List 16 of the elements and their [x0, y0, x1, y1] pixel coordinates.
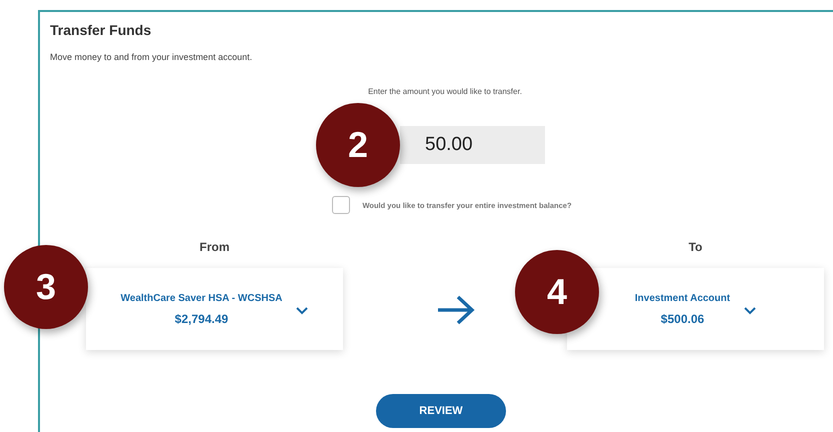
number-badge: 3 — [4, 245, 88, 329]
account-heading: To — [688, 240, 702, 254]
account-dropdown[interactable]: Investment Account $500.06 — [567, 268, 824, 350]
amount-field[interactable]: 50.00 — [400, 126, 545, 164]
amount-prompt: Enter the amount you would like to transfer. — [368, 87, 522, 96]
account-heading: From — [200, 240, 230, 254]
account-dropdown[interactable]: WealthCare Saver HSA - WCSHSA $2,794.49 — [86, 268, 343, 350]
number-badge: 4 — [515, 250, 599, 334]
review-button[interactable]: REVIEW — [376, 394, 506, 428]
arrow-right-icon — [436, 294, 476, 326]
checkbox[interactable] — [332, 196, 350, 214]
panel-title: Transfer Funds — [50, 22, 152, 38]
chevron-down-icon — [744, 307, 756, 315]
number-badge: 2 — [316, 103, 400, 187]
chevron-down-icon — [296, 307, 308, 315]
panel-subtitle: Move money to and from your investment account. — [50, 52, 254, 62]
